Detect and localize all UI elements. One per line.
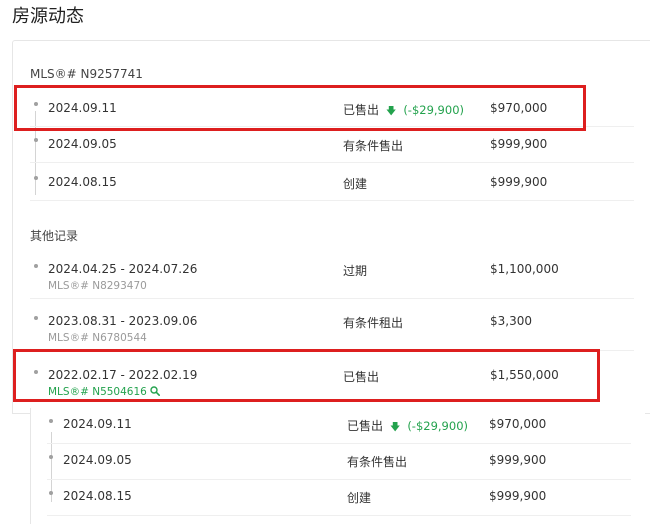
event-status: 创建 bbox=[343, 177, 368, 191]
event-status: 创建 bbox=[347, 491, 372, 505]
record-mls: MLS®# N6780544 bbox=[48, 332, 147, 344]
row-divider bbox=[47, 515, 631, 516]
row-divider bbox=[30, 162, 634, 163]
arrow-down-icon: 🡇 bbox=[386, 422, 404, 433]
page-title: 房源动态 bbox=[12, 6, 84, 27]
price-change: (-$29,900) bbox=[407, 419, 468, 433]
record-status: 过期 bbox=[343, 264, 368, 278]
row-divider bbox=[30, 298, 634, 299]
event-date: 2024.08.15 bbox=[63, 489, 132, 503]
record-row[interactable]: 2023.08.31 - 2023.09.06 MLS®# N6780544 有… bbox=[30, 305, 634, 351]
record-status: 有条件租出 bbox=[343, 316, 404, 330]
row-divider bbox=[30, 200, 634, 201]
event-date: 2024.09.05 bbox=[48, 137, 117, 151]
record-mls: MLS®# N8293470 bbox=[48, 280, 147, 292]
event-price: $970,000 bbox=[489, 417, 547, 431]
history-row: 2024.08.15 创建 $999,900 bbox=[30, 165, 634, 201]
history-row: 2024.09.11 已售出 🡇 (-$29,900) $970,000 bbox=[47, 408, 631, 444]
event-status: 已售出 🡇 (-$29,900) bbox=[347, 417, 468, 437]
event-price: $999,900 bbox=[490, 175, 548, 189]
timeline-dot bbox=[34, 176, 38, 180]
highlight-box-sold-2022 bbox=[13, 349, 600, 402]
event-status: 有条件售出 bbox=[343, 139, 404, 153]
event-price: $999,900 bbox=[489, 489, 547, 503]
record-price: $3,300 bbox=[490, 314, 532, 328]
record-dates: 2024.04.25 - 2024.07.26 bbox=[48, 262, 198, 276]
event-price: $999,900 bbox=[489, 453, 547, 467]
history-row: 2024.08.15 创建 $999,900 bbox=[47, 480, 631, 516]
history-row: 2024.09.05 有条件售出 $999,900 bbox=[30, 127, 634, 163]
current-mls-label: MLS®# N9257741 bbox=[30, 67, 143, 81]
timeline-dot bbox=[49, 491, 53, 495]
event-date: 2024.09.11 bbox=[63, 417, 132, 431]
expanded-record-details: 2024.09.11 已售出 🡇 (-$29,900) $970,000 202… bbox=[30, 408, 645, 524]
event-status: 有条件售出 bbox=[347, 455, 408, 469]
timeline-dot bbox=[49, 455, 53, 459]
timeline-dot bbox=[34, 264, 38, 268]
record-price: $1,100,000 bbox=[490, 262, 559, 276]
record-dates: 2023.08.31 - 2023.09.06 bbox=[48, 314, 198, 328]
status-text: 已售出 bbox=[347, 419, 384, 433]
event-date: 2024.08.15 bbox=[48, 175, 117, 189]
record-row[interactable]: 2024.04.25 - 2024.07.26 MLS®# N8293470 过… bbox=[30, 253, 634, 299]
highlight-box-sold-2024 bbox=[14, 85, 586, 131]
event-date: 2024.09.05 bbox=[63, 453, 132, 467]
timeline-dot bbox=[34, 138, 38, 142]
history-row: 2024.09.05 有条件售出 $999,900 bbox=[47, 444, 631, 480]
timeline-dot bbox=[34, 316, 38, 320]
timeline-dot bbox=[49, 419, 53, 423]
other-records-label: 其他记录 bbox=[30, 229, 79, 243]
event-price: $999,900 bbox=[490, 137, 548, 151]
